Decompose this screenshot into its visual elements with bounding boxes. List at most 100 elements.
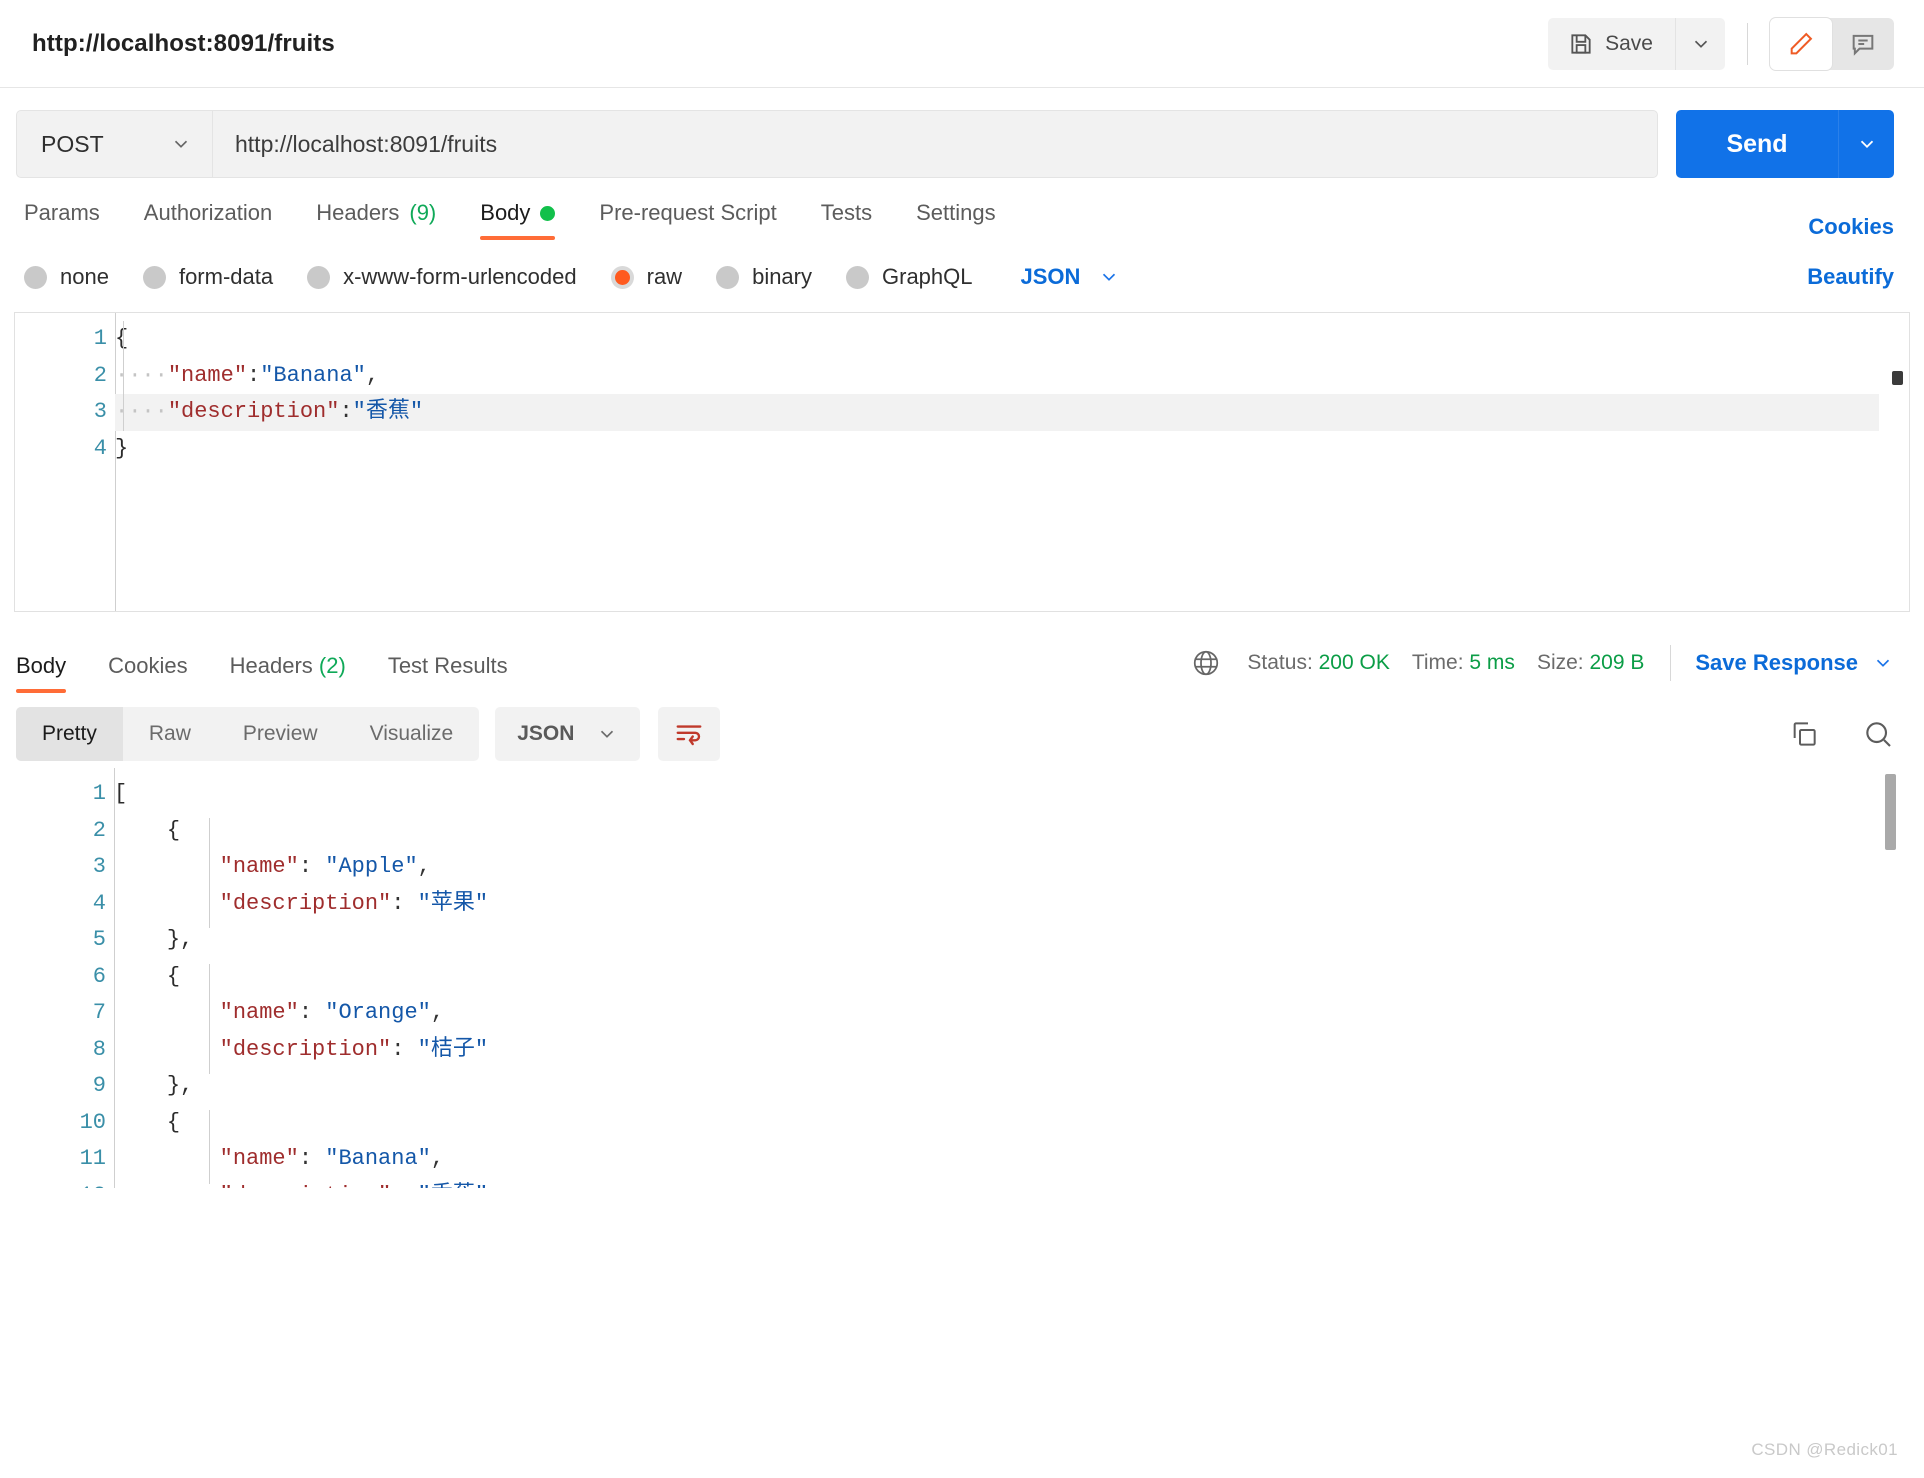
code-line: "description": "桔子" bbox=[114, 1032, 1880, 1069]
code-token: , bbox=[430, 1146, 445, 1171]
response-body-viewer[interactable]: 1234567891011121314 [ { "name": "Apple",… bbox=[14, 768, 1910, 1188]
code-token: : bbox=[247, 362, 261, 388]
code-line: "name": "Apple", bbox=[114, 849, 1880, 886]
save-response-button[interactable]: Save Response bbox=[1695, 650, 1894, 676]
tab-label: Headers bbox=[229, 653, 313, 678]
code-token: "香蕉" bbox=[352, 399, 424, 424]
body-type-form-data[interactable]: form-data bbox=[142, 264, 273, 290]
code-line: }, bbox=[114, 1068, 1880, 1105]
code-line: { bbox=[115, 321, 1879, 358]
send-button[interactable]: Send bbox=[1676, 110, 1838, 178]
response-tab-test-results[interactable]: Test Results bbox=[388, 653, 508, 693]
code-line: "description": "苹果" bbox=[114, 886, 1880, 923]
response-tab-headers[interactable]: Headers (2) bbox=[230, 653, 346, 693]
tab-label: Settings bbox=[916, 200, 996, 225]
response-tab-cookies[interactable]: Cookies bbox=[108, 653, 187, 693]
line-number: 8 bbox=[92, 1036, 106, 1062]
body-type-binary[interactable]: binary bbox=[716, 264, 812, 290]
body-type-none[interactable]: none bbox=[24, 264, 109, 290]
status-label: Status: 200 OK bbox=[1247, 651, 1389, 675]
line-number: 6 bbox=[92, 963, 106, 989]
chevron-down-icon bbox=[1098, 266, 1120, 288]
title-bar: http://localhost:8091/fruits Save bbox=[0, 0, 1924, 88]
body-type-label: x-www-form-urlencoded bbox=[343, 264, 577, 289]
chevron-down-icon bbox=[1690, 33, 1712, 55]
send-options-button[interactable] bbox=[1838, 110, 1894, 178]
request-editor-scrollbar[interactable] bbox=[1892, 371, 1903, 385]
code-token: , bbox=[365, 362, 380, 388]
save-button[interactable]: Save bbox=[1548, 17, 1675, 70]
raw-format-select[interactable]: JSON bbox=[1021, 264, 1121, 290]
response-headers-count: (2) bbox=[318, 653, 346, 678]
code-line: }, bbox=[114, 922, 1880, 959]
code-token: : bbox=[391, 1183, 417, 1189]
request-code-area[interactable]: {····"name":"Banana", ····"description":"… bbox=[115, 321, 1879, 467]
tab-label: Cookies bbox=[108, 653, 188, 678]
body-present-indicator-icon bbox=[540, 205, 556, 221]
tab-headers[interactable]: Headers (9) bbox=[316, 200, 436, 240]
body-type-raw[interactable]: raw bbox=[610, 264, 682, 290]
code-token: "桔子" bbox=[417, 1036, 489, 1062]
tab-body[interactable]: Body bbox=[480, 200, 556, 240]
search-icon[interactable] bbox=[1862, 718, 1894, 750]
response-format-select[interactable]: JSON bbox=[495, 707, 641, 761]
chevron-down-icon bbox=[1872, 652, 1894, 674]
response-view-segmented: Pretty Raw Preview Visualize bbox=[16, 707, 480, 761]
view-preview[interactable]: Preview bbox=[217, 707, 344, 761]
tab-settings[interactable]: Settings bbox=[916, 200, 996, 240]
tab-tests[interactable]: Tests bbox=[821, 200, 872, 240]
url-input[interactable] bbox=[212, 110, 1658, 178]
view-visualize[interactable]: Visualize bbox=[344, 707, 480, 761]
cookies-link[interactable]: Cookies bbox=[1808, 214, 1894, 240]
tab-pre-request-script[interactable]: Pre-request Script bbox=[599, 200, 776, 240]
response-scrollbar[interactable] bbox=[1885, 774, 1896, 850]
code-token: "name" bbox=[219, 1146, 299, 1171]
code-token: { bbox=[166, 1109, 181, 1135]
status-label-text: Status: bbox=[1247, 651, 1313, 674]
line-number: 10 bbox=[79, 1109, 106, 1135]
beautify-button[interactable]: Beautify bbox=[1807, 264, 1894, 290]
code-token: , bbox=[417, 854, 431, 879]
code-token: "Banana" bbox=[260, 362, 366, 388]
code-line: { bbox=[114, 959, 1880, 996]
code-token: : bbox=[391, 890, 418, 916]
tab-authorization[interactable]: Authorization bbox=[144, 200, 272, 240]
pencil-icon-button[interactable] bbox=[1770, 17, 1832, 70]
body-type-label: GraphQL bbox=[882, 264, 973, 289]
code-line: "name": "Banana", bbox=[114, 1141, 1880, 1178]
body-type-label: none bbox=[60, 264, 109, 289]
view-raw[interactable]: Raw bbox=[123, 707, 217, 761]
pencil-icon bbox=[1787, 30, 1815, 58]
code-line: { bbox=[114, 813, 1880, 850]
title-bar-actions: Save bbox=[1548, 17, 1894, 70]
radio-icon bbox=[716, 265, 740, 289]
body-type-urlencoded[interactable]: x-www-form-urlencoded bbox=[307, 264, 577, 290]
line-number: 7 bbox=[92, 1000, 106, 1025]
comment-icon-button[interactable] bbox=[1832, 18, 1894, 70]
line-number: 1 bbox=[93, 326, 107, 351]
wrap-text-button[interactable] bbox=[658, 707, 721, 761]
save-options-button[interactable] bbox=[1675, 17, 1725, 70]
tab-params[interactable]: Params bbox=[24, 200, 100, 240]
status-value: 200 OK bbox=[1318, 651, 1390, 674]
request-body-editor[interactable]: 1 2 3 4 {····"name":"Banana", ····"descripti… bbox=[14, 312, 1910, 612]
response-tabs: Body Cookies Headers (2) Test Results bbox=[16, 633, 550, 693]
postman-window: http://localhost:8091/fruits Save POST h… bbox=[0, 0, 1924, 1478]
copy-icon[interactable] bbox=[1788, 718, 1820, 750]
view-pretty[interactable]: Pretty bbox=[16, 707, 123, 761]
comment-icon bbox=[1849, 30, 1877, 58]
tab-label: Authorization bbox=[143, 200, 273, 225]
indent-guide-line bbox=[209, 964, 210, 1074]
globe-icon bbox=[1191, 648, 1221, 678]
raw-format-value: JSON bbox=[1020, 264, 1081, 289]
body-type-row: none form-data x-www-form-urlencoded raw… bbox=[0, 240, 1924, 298]
http-method-value: POST bbox=[41, 130, 104, 157]
body-type-graphql[interactable]: GraphQL bbox=[846, 264, 973, 290]
http-method-select[interactable]: POST bbox=[16, 110, 212, 178]
response-tab-body[interactable]: Body bbox=[16, 653, 67, 693]
code-token: "Orange" bbox=[325, 1000, 431, 1025]
line-number: 4 bbox=[92, 890, 106, 916]
indent-guide-line bbox=[123, 321, 124, 431]
